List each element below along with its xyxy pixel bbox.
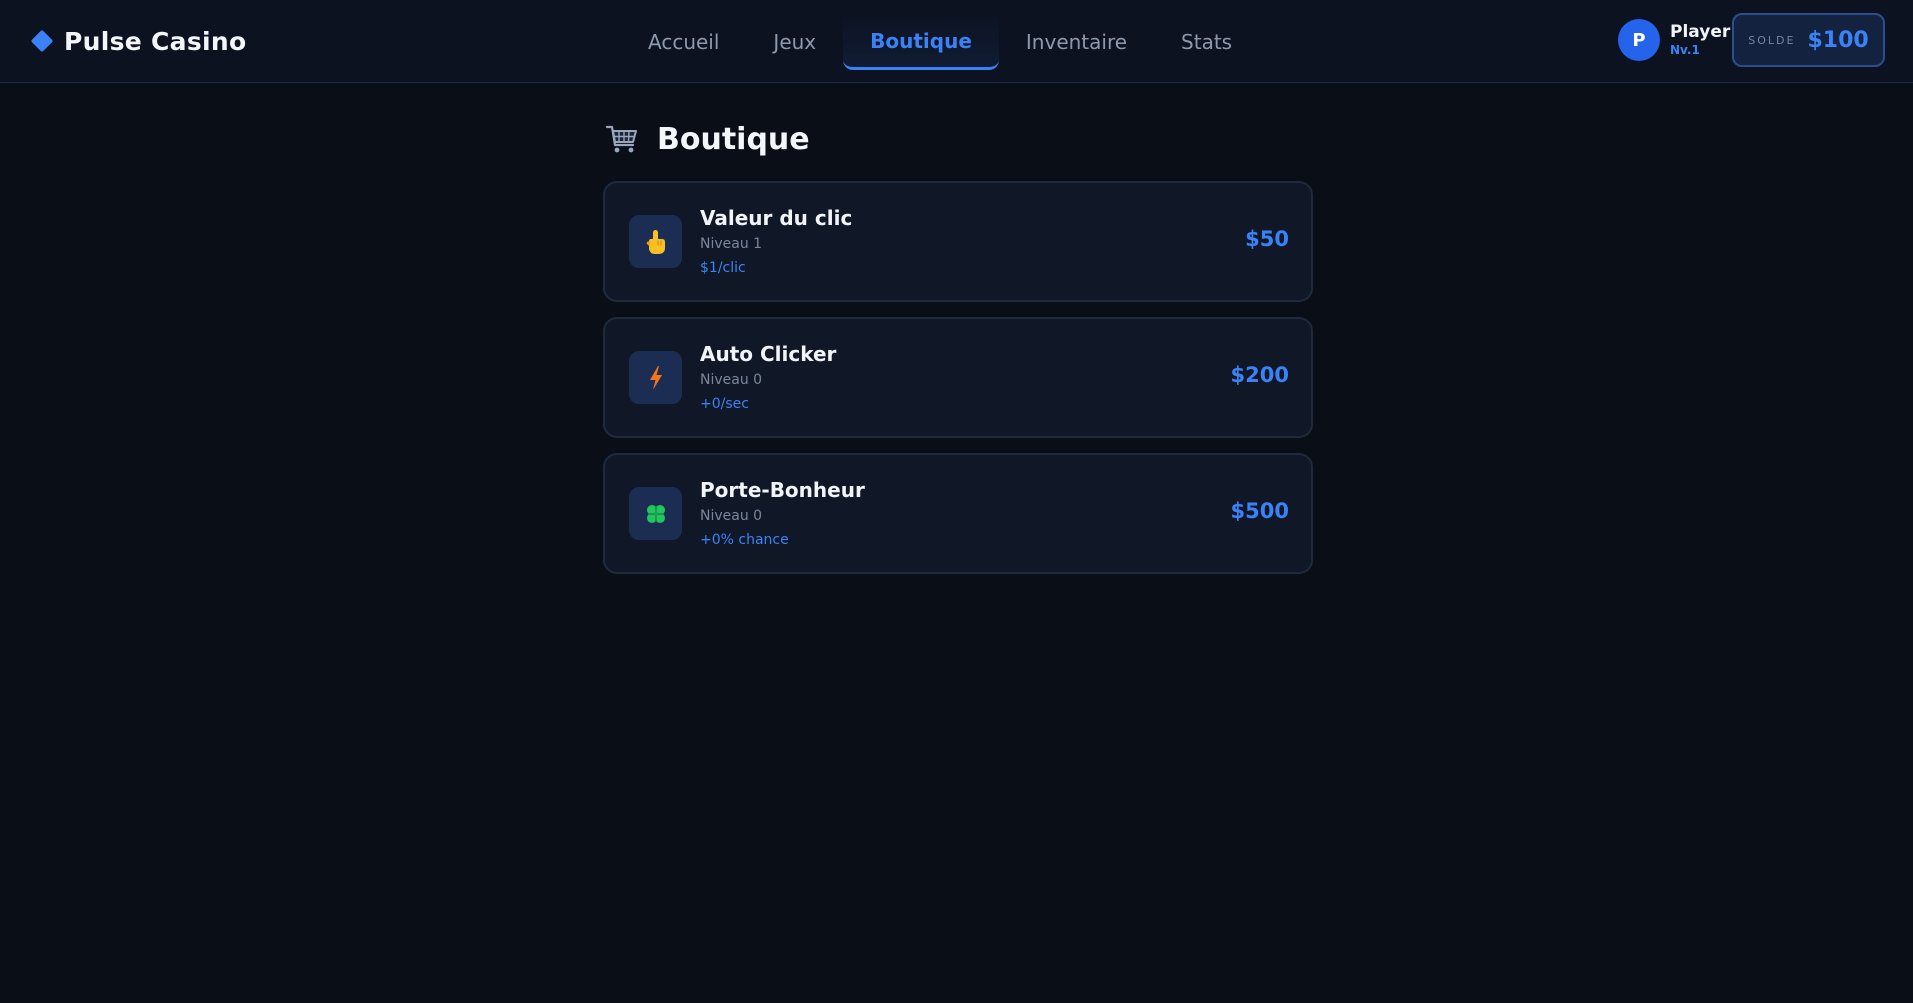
main-nav: Accueil Jeux Boutique Inventaire Stats — [621, 14, 1259, 70]
item-info: Porte-Bonheur Niveau 0 +0% chance — [700, 477, 865, 549]
item-effect: +0/sec — [700, 396, 749, 412]
tab-jeux[interactable]: Jeux — [746, 14, 843, 70]
shop-list: Valeur du clic Niveau 1 $1/clic $50 Auto… — [603, 181, 1313, 589]
tab-label: Boutique — [870, 28, 972, 53]
item-price[interactable]: $50 — [1245, 227, 1289, 251]
lightning-icon — [649, 365, 662, 390]
brand-logo[interactable]: Pulse Casino — [30, 24, 247, 58]
item-effect: +0% chance — [700, 532, 789, 548]
tab-label: Inventaire — [1025, 30, 1128, 54]
item-effect: $1/clic — [700, 260, 746, 276]
item-info: Auto Clicker Niveau 0 +0/sec — [700, 341, 836, 413]
tab-label: Stats — [1181, 30, 1233, 54]
four-leaf-clover-icon — [646, 504, 665, 523]
item-name: Valeur du clic — [700, 206, 853, 230]
tab-inventaire[interactable]: Inventaire — [999, 14, 1154, 70]
shop-item-lucky-charm[interactable]: Porte-Bonheur Niveau 0 +0% chance $500 — [603, 453, 1313, 574]
page-title: Boutique — [657, 121, 810, 157]
shop-item-auto-clicker[interactable]: Auto Clicker Niveau 0 +0/sec $200 — [603, 317, 1313, 438]
shop-item-click-value[interactable]: Valeur du clic Niveau 1 $1/clic $50 — [603, 181, 1313, 302]
balance-badge: SOLDE $100 — [1732, 13, 1885, 67]
item-price[interactable]: $500 — [1231, 499, 1289, 523]
user-profile[interactable]: P Player Nv.1 — [1618, 19, 1730, 61]
item-name: Porte-Bonheur — [700, 478, 865, 502]
user-info: Player Nv.1 — [1670, 21, 1731, 58]
page-heading: Boutique — [605, 118, 810, 160]
balance-value: $100 — [1807, 27, 1869, 53]
avatar: P — [1618, 19, 1660, 61]
tab-label: Accueil — [648, 30, 720, 54]
tab-boutique[interactable]: Boutique — [843, 14, 999, 70]
item-name: Auto Clicker — [700, 342, 837, 366]
item-icon-box — [629, 215, 682, 268]
item-level: Niveau 0 — [700, 508, 763, 524]
item-info: Valeur du clic Niveau 1 $1/clic — [700, 205, 852, 277]
item-icon-box — [629, 487, 682, 540]
tab-stats[interactable]: Stats — [1154, 14, 1259, 70]
pointing-hand-icon — [646, 229, 665, 254]
user-level: Nv.1 — [1670, 43, 1700, 58]
shopping-cart-icon — [605, 125, 637, 153]
item-price[interactable]: $200 — [1231, 363, 1289, 387]
balance-label: SOLDE — [1748, 33, 1796, 47]
user-name: Player — [1670, 21, 1731, 42]
diamond-icon — [30, 29, 54, 53]
tab-accueil[interactable]: Accueil — [621, 14, 746, 70]
item-level: Niveau 0 — [700, 372, 763, 388]
item-level: Niveau 1 — [700, 236, 763, 252]
item-icon-box — [629, 351, 682, 404]
tab-label: Jeux — [773, 30, 817, 54]
top-navbar: Pulse Casino Accueil Jeux Boutique Inven… — [0, 0, 1913, 83]
app-name: Pulse Casino — [64, 26, 247, 56]
